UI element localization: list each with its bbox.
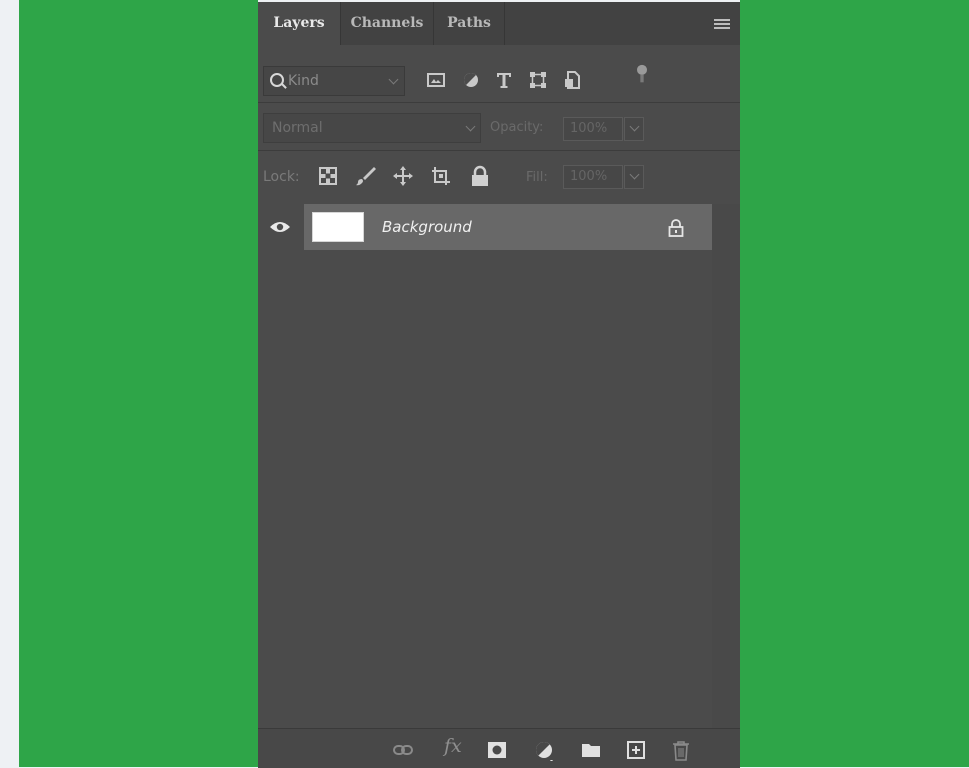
lock-all-icon[interactable]: [469, 165, 491, 187]
eye-icon[interactable]: [269, 220, 291, 234]
smart-object-filter-icon[interactable]: [562, 70, 582, 90]
divider: [258, 102, 740, 103]
layers-panel: Layers Channels Paths Kind Normal Opacit…: [258, 2, 740, 768]
layer-style-icon[interactable]: fx: [444, 735, 462, 757]
add-mask-icon[interactable]: [486, 739, 508, 761]
layer-name: Background: [382, 218, 472, 236]
backdrop-left: [19, 0, 258, 767]
backdrop-right: [740, 0, 969, 767]
opacity-input[interactable]: 100%: [563, 117, 623, 141]
layer-thumbnail: [312, 212, 364, 242]
tab-layers[interactable]: Layers: [258, 2, 340, 45]
lock-artboard-icon[interactable]: [430, 165, 452, 187]
type-layer-filter-icon[interactable]: [494, 70, 514, 90]
fill-input[interactable]: 100%: [563, 165, 623, 189]
layers-scrollbar[interactable]: [712, 204, 740, 730]
fill-dropdown-button[interactable]: [624, 165, 644, 189]
fill-label: Fill:: [526, 170, 548, 185]
filter-toggle-icon[interactable]: [632, 64, 652, 84]
search-icon: [270, 73, 284, 87]
delete-layer-icon[interactable]: [670, 739, 692, 761]
layer-row-background[interactable]: Background: [304, 204, 712, 250]
filter-kind-select[interactable]: Kind: [263, 66, 405, 96]
lock-position-icon[interactable]: [392, 165, 414, 187]
tab-paths[interactable]: Paths: [434, 2, 504, 45]
chevron-down-icon: [629, 169, 640, 180]
lock-label: Lock:: [263, 169, 300, 185]
chevron-down-icon: [465, 121, 476, 132]
filter-kind-label: Kind: [288, 73, 319, 89]
divider: [258, 150, 740, 151]
lock-image-pixels-icon[interactable]: [355, 165, 377, 187]
new-adjustment-layer-icon[interactable]: [533, 739, 555, 761]
shape-layer-filter-icon[interactable]: [528, 70, 548, 90]
tab-channels[interactable]: Channels: [341, 2, 433, 45]
new-layer-icon[interactable]: [625, 739, 647, 761]
chevron-down-icon: [629, 121, 640, 132]
panel-tab-bar: Layers Channels Paths: [258, 2, 740, 45]
layers-bottom-toolbar: fx: [258, 728, 740, 768]
blend-mode-select[interactable]: Normal: [263, 113, 481, 143]
opacity-label: Opacity:: [490, 120, 544, 135]
adjustment-layer-filter-icon[interactable]: [461, 70, 481, 90]
tab-divider: [504, 2, 505, 45]
blend-mode-value: Normal: [272, 120, 323, 136]
chevron-down-icon: [388, 74, 399, 85]
new-group-icon[interactable]: [580, 739, 602, 761]
opacity-dropdown-button[interactable]: [624, 117, 644, 141]
link-layers-icon[interactable]: [392, 739, 414, 761]
pixel-layer-filter-icon[interactable]: [426, 70, 446, 90]
lock-transparent-pixels-icon[interactable]: [317, 165, 339, 187]
layer-lock-icon: [668, 219, 684, 237]
panel-menu-icon[interactable]: [714, 19, 730, 29]
